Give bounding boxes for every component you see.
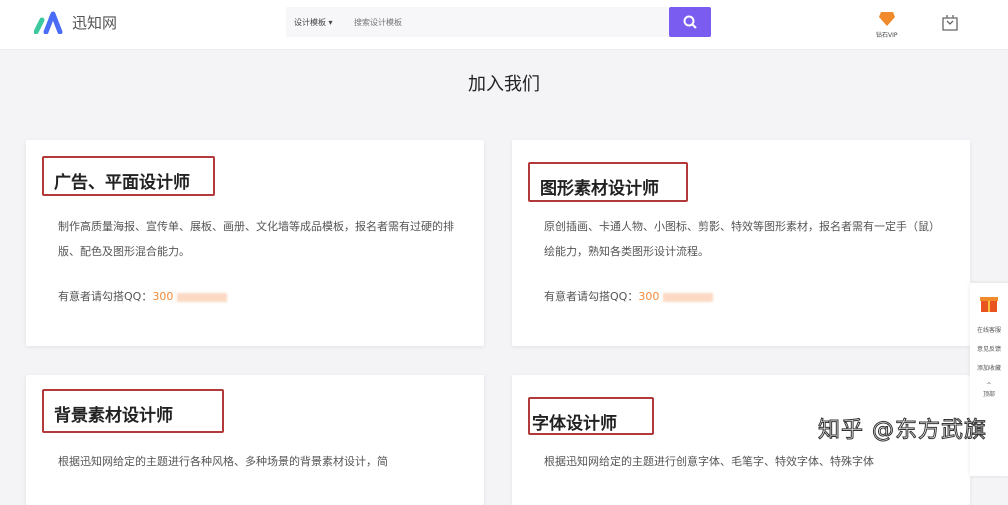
contact-label: 有意者请勾搭QQ： — [544, 290, 639, 303]
search-input[interactable] — [354, 17, 669, 27]
floating-sidebar: 在线客服 意见反馈 添加收藏 ^ 顶部 — [970, 283, 1008, 476]
job-title: 图形素材设计师 — [528, 162, 688, 202]
job-description: 制作高质量海报、宣传单、展板、画册、文化墙等成品模板，报名者需有过硬的排版、配色… — [58, 220, 454, 258]
logo[interactable]: 迅知网 — [34, 10, 117, 34]
bag-icon — [942, 15, 958, 31]
job-title: 字体设计师 — [528, 397, 654, 435]
job-description: 原创插画、卡通人物、小图标、剪影、特效等图形素材，报名者需有一定手（鼠）绘能力，… — [544, 220, 940, 258]
vip-label: 钻石VIP — [876, 32, 898, 39]
job-title: 广告、平面设计师 — [42, 156, 215, 196]
diamond-icon — [878, 12, 895, 26]
back-to-top-label: 顶部 — [982, 391, 995, 398]
search-category-select[interactable]: 设计模板 ▾ — [294, 17, 354, 28]
search-category-label: 设计模板 — [294, 17, 326, 27]
cart-button[interactable] — [940, 12, 960, 36]
page-title: 加入我们 — [468, 74, 540, 95]
search-icon — [683, 15, 697, 29]
logo-icon — [34, 11, 63, 34]
side-item-service[interactable]: 在线客服 — [970, 325, 1008, 334]
job-contact: 有意者请勾搭QQ：300 — [58, 288, 228, 304]
side-item-favorite[interactable]: 添加收藏 — [970, 363, 1008, 372]
job-title: 背景素材设计师 — [42, 389, 224, 433]
job-card: 背景素材设计师 根据迅知网给定的主题进行各种风格、多种场景的背景素材设计，简 — [26, 375, 484, 505]
logo-text: 迅知网 — [72, 13, 118, 32]
back-to-top[interactable]: ^ 顶部 — [970, 382, 1008, 398]
top-header: 迅知网 设计模板 ▾ 钻石VIP — [0, 0, 1008, 50]
vip-button[interactable]: 钻石VIP — [876, 8, 898, 39]
job-card: 广告、平面设计师 制作高质量海报、宣传单、展板、画册、文化墙等成品模板，报名者需… — [26, 140, 484, 346]
qq-number[interactable]: 300 — [638, 290, 659, 303]
job-description: 根据迅知网给定的主题进行各种风格、多种场景的背景素材设计，简 — [58, 455, 388, 468]
qq-number[interactable]: 300 — [152, 290, 173, 303]
watermark: 知乎 @东方武旗 — [818, 418, 987, 444]
job-description: 根据迅知网给定的主题进行创意字体、毛笔字、特效字体、特殊字体 — [544, 455, 874, 468]
job-contact: 有意者请勾搭QQ：300 — [544, 288, 714, 304]
search-button[interactable] — [669, 7, 711, 37]
contact-label: 有意者请勾搭QQ： — [58, 290, 153, 303]
search-bar: 设计模板 ▾ — [286, 7, 711, 37]
job-card: 图形素材设计师 原创插画、卡通人物、小图标、剪影、特效等图形素材，报名者需有一定… — [512, 140, 970, 346]
side-item-feedback[interactable]: 意见反馈 — [970, 344, 1008, 353]
gift-icon[interactable] — [979, 293, 999, 313]
